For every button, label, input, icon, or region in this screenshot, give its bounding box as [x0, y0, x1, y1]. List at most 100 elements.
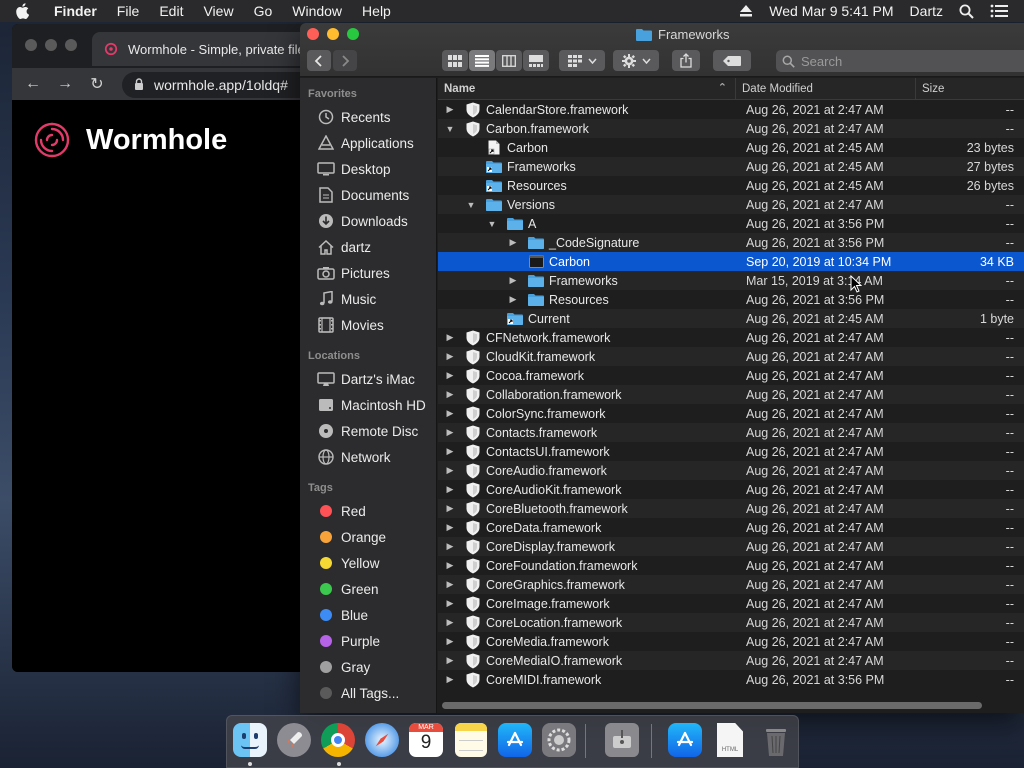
sidebar-item-music[interactable]: Music [300, 286, 436, 312]
disclosure-triangle-closed-icon[interactable]: ▶ [444, 100, 456, 119]
file-row[interactable]: ▶ CoreAudio.framework Aug 26, 2021 at 2:47… [438, 461, 1024, 480]
file-row[interactable]: ▶ CoreBluetooth.framework Aug 26, 2021 at … [438, 499, 1024, 518]
disclosure-triangle-closed-icon[interactable]: ▶ [444, 385, 456, 404]
calendar-icon[interactable]: MAR 9 [407, 721, 445, 759]
disclosure-triangle-open-icon[interactable]: ▼ [465, 195, 477, 214]
menu-edit[interactable]: Edit [149, 3, 193, 19]
file-row[interactable]: ▶ CoreImage.framework Aug 26, 2021 at 2:47… [438, 594, 1024, 613]
zoom-button[interactable] [347, 28, 359, 40]
file-row[interactable]: ▶ CoreMIDI.framework Aug 26, 2021 at 3:56 … [438, 670, 1024, 689]
view-columns-button[interactable] [496, 50, 522, 71]
sidebar-item-yellow[interactable]: Yellow [300, 550, 436, 576]
file-row[interactable]: ▶ CoreGraphics.framework Aug 26, 2021 at 2… [438, 575, 1024, 594]
group-by-button[interactable] [559, 50, 605, 71]
minimize-button[interactable] [327, 28, 339, 40]
search-field[interactable] [776, 50, 1024, 72]
disclosure-triangle-open-icon[interactable]: ▼ [444, 119, 456, 138]
view-icons-button[interactable] [442, 50, 468, 71]
sidebar-item-blue[interactable]: Blue [300, 602, 436, 628]
disclosure-triangle-closed-icon[interactable]: ▶ [444, 480, 456, 499]
view-gallery-button[interactable] [523, 50, 549, 71]
address-bar[interactable]: wormhole.app/1oldq# [122, 72, 312, 98]
sidebar-item-remote-disc[interactable]: Remote Disc [300, 418, 436, 444]
chrome-icon[interactable] [319, 721, 357, 759]
disclosure-triangle-closed-icon[interactable]: ▶ [444, 575, 456, 594]
finder-icon[interactable] [231, 721, 269, 759]
menu-finder[interactable]: Finder [44, 3, 107, 19]
sidebar-item-green[interactable]: Green [300, 576, 436, 602]
browser-zoom-button[interactable] [65, 39, 77, 51]
sidebar-item-red[interactable]: Red [300, 498, 436, 524]
disclosure-triangle-closed-icon[interactable]: ▶ [507, 233, 519, 252]
sidebar-item-recents[interactable]: Recents [300, 104, 436, 130]
sidebar-item-all-tags[interactable]: All Tags... [300, 680, 436, 706]
disclosure-triangle-closed-icon[interactable]: ▶ [444, 328, 456, 347]
file-row[interactable]: ▶ CoreAudioKit.framework Aug 26, 2021 at 2… [438, 480, 1024, 499]
forward-arrow-icon[interactable]: → [54, 73, 76, 95]
disclosure-triangle-closed-icon[interactable]: ▶ [444, 518, 456, 537]
sidebar-item-network[interactable]: Network [300, 444, 436, 470]
app-store-icon[interactable] [666, 721, 704, 759]
browser-close-button[interactable] [25, 39, 37, 51]
launchpad-icon[interactable] [275, 721, 313, 759]
file-row[interactable]: ▶ CloudKit.framework Aug 26, 2021 at 2:47 … [438, 347, 1024, 366]
back-button[interactable] [307, 50, 331, 71]
file-row[interactable]: Frameworks Aug 26, 2021 at 2:45 AM 27 byte… [438, 157, 1024, 176]
disclosure-triangle-closed-icon[interactable]: ▶ [444, 366, 456, 385]
apple-menu-icon[interactable] [0, 3, 44, 19]
action-menu-button[interactable] [613, 50, 659, 71]
close-button[interactable] [307, 28, 319, 40]
file-row[interactable]: ▶ _CodeSignature Aug 26, 2021 at 3:56 PM -- [438, 233, 1024, 252]
control-center-icon[interactable] [990, 4, 1008, 18]
file-row[interactable]: ▼ Carbon.framework Aug 26, 2021 at 2:47 AM… [438, 119, 1024, 138]
view-list-button[interactable] [469, 50, 495, 71]
app-store-icon[interactable] [496, 721, 534, 759]
file-row[interactable]: Resources Aug 26, 2021 at 2:45 AM 26 bytes [438, 176, 1024, 195]
column-header-name[interactable]: Name ⌃ [438, 77, 736, 100]
file-row[interactable]: ▶ CoreLocation.framework Aug 26, 2021 at 2… [438, 613, 1024, 632]
share-button[interactable] [672, 50, 700, 71]
notes-icon[interactable] [452, 721, 490, 759]
file-row[interactable]: ▼ A Aug 26, 2021 at 3:56 PM -- [438, 214, 1024, 233]
browser-minimize-button[interactable] [45, 39, 57, 51]
sidebar-item-dartz[interactable]: dartz [300, 234, 436, 260]
menu-view[interactable]: View [193, 3, 243, 19]
search-input[interactable] [801, 53, 1001, 69]
html-file-icon[interactable]: HTML [711, 721, 749, 759]
sidebar-item-gray[interactable]: Gray [300, 654, 436, 680]
file-row[interactable]: ▶ Cocoa.framework Aug 26, 2021 at 2:47 AM -… [438, 366, 1024, 385]
file-row[interactable]: ▶ CoreData.framework Aug 26, 2021 at 2:47 … [438, 518, 1024, 537]
sidebar-item-dartz-s-imac[interactable]: Dartz's iMac [300, 366, 436, 392]
file-row[interactable]: ▶ ColorSync.framework Aug 26, 2021 at 2:47… [438, 404, 1024, 423]
trash-icon[interactable] [757, 721, 795, 759]
sidebar-item-movies[interactable]: Movies [300, 312, 436, 338]
back-arrow-icon[interactable]: ← [22, 73, 44, 95]
disclosure-triangle-closed-icon[interactable]: ▶ [444, 556, 456, 575]
safari-icon[interactable] [363, 721, 401, 759]
menu-file[interactable]: File [107, 3, 150, 19]
wormhole-brand[interactable]: Wormhole [32, 120, 227, 160]
menu-go[interactable]: Go [244, 3, 283, 19]
file-row[interactable]: ▶ CalendarStore.framework Aug 26, 2021 at … [438, 100, 1024, 119]
menubar-user[interactable]: Dartz [910, 3, 943, 19]
disclosure-triangle-closed-icon[interactable]: ▶ [507, 271, 519, 290]
menubar-clock[interactable]: Wed Mar 9 5:41 PM [769, 3, 893, 19]
disclosure-triangle-closed-icon[interactable]: ▶ [444, 537, 456, 556]
menu-window[interactable]: Window [282, 3, 352, 19]
file-row[interactable]: ▶ CoreDisplay.framework Aug 26, 2021 at 2:… [438, 537, 1024, 556]
horizontal-scrollbar[interactable] [442, 702, 982, 709]
disclosure-triangle-closed-icon[interactable]: ▶ [444, 632, 456, 651]
column-header-size[interactable]: Size [916, 78, 1024, 100]
spotlight-search-icon[interactable] [959, 4, 974, 19]
system-preferences-icon[interactable] [540, 721, 578, 759]
file-row[interactable]: Current Aug 26, 2021 at 2:45 AM 1 byte [438, 309, 1024, 328]
menu-help[interactable]: Help [352, 3, 401, 19]
disclosure-triangle-closed-icon[interactable]: ▶ [444, 499, 456, 518]
disclosure-triangle-closed-icon[interactable]: ▶ [444, 404, 456, 423]
eject-icon[interactable] [739, 5, 753, 17]
reload-icon[interactable]: ↻ [86, 73, 108, 95]
sidebar-item-applications[interactable]: Applications [300, 130, 436, 156]
sidebar-item-macintosh-hd[interactable]: Macintosh HD [300, 392, 436, 418]
file-row[interactable]: ▶ CoreFoundation.framework Aug 26, 2021 at… [438, 556, 1024, 575]
disclosure-triangle-closed-icon[interactable]: ▶ [444, 670, 456, 689]
